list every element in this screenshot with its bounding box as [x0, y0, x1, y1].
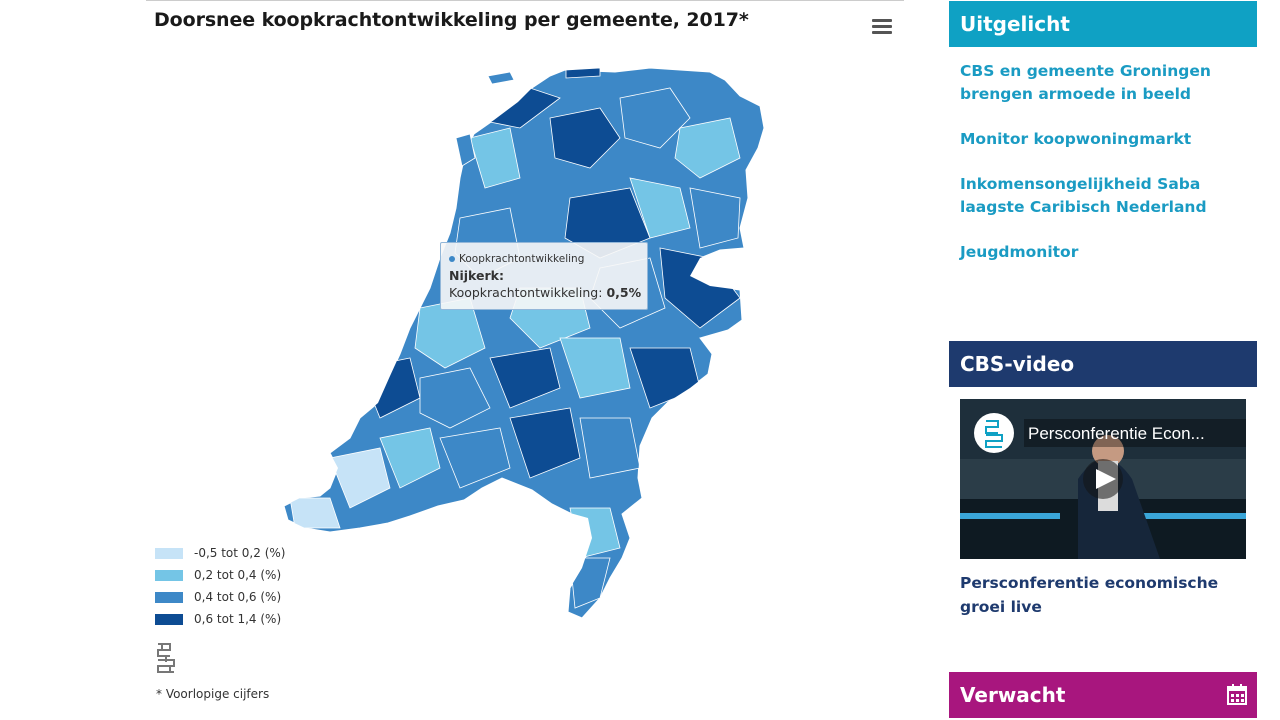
news-link[interactable]: Monitor koopwoningmarkt: [960, 128, 1250, 151]
netherlands-map[interactable]: [270, 58, 780, 628]
map-title: Doorsnee koopkrachtontwikkeling per geme…: [154, 9, 749, 31]
tooltip-value: Koopkrachtontwikkeling: 0,5%: [449, 285, 642, 300]
map-tooltip: Koopkrachtontwikkeling Nijkerk: Koopkrac…: [440, 242, 648, 310]
legend-label: 0,2 tot 0,4 (%): [194, 568, 282, 582]
verwacht-header: Verwacht: [949, 672, 1257, 718]
map-legend: -0,5 tot 0,2 (%) 0,2 tot 0,4 (%) 0,4 tot…: [155, 542, 285, 630]
legend-item[interactable]: 0,6 tot 1,4 (%): [155, 608, 285, 630]
chart-top-border: [146, 0, 904, 1]
uitgelicht-header: Uitgelicht: [949, 1, 1257, 47]
video-caption[interactable]: Persconferentie economische groei live: [960, 571, 1250, 619]
legend-label: 0,6 tot 1,4 (%): [194, 612, 282, 626]
video-thumb-title: Persconferentie Econ...: [1028, 424, 1205, 443]
hamburger-menu-icon[interactable]: [870, 16, 894, 36]
video-thumb-image: [960, 399, 1246, 559]
legend-item[interactable]: 0,4 tot 0,6 (%): [155, 586, 285, 608]
legend-item[interactable]: -0,5 tot 0,2 (%): [155, 542, 285, 564]
legend-swatch: [155, 547, 183, 559]
legend-label: 0,4 tot 0,6 (%): [194, 590, 282, 604]
video-thumbnail[interactable]: Persconferentie Econ...: [960, 399, 1246, 559]
legend-item[interactable]: 0,2 tot 0,4 (%): [155, 564, 285, 586]
news-link[interactable]: CBS en gemeente Groningen brengen armoed…: [960, 60, 1250, 106]
legend-swatch: [155, 613, 183, 625]
news-link[interactable]: Inkomensongelijkheid Saba laagste Caribi…: [960, 173, 1250, 219]
legend-swatch: [155, 569, 183, 581]
footnote: * Voorlopige cijfers: [156, 687, 270, 701]
cbs-video-header: CBS-video: [949, 341, 1257, 387]
legend-label: -0,5 tot 0,2 (%): [194, 546, 286, 560]
news-link[interactable]: Jeugdmonitor: [960, 241, 1250, 264]
map-regions[interactable]: [283, 67, 765, 619]
calendar-icon[interactable]: [1227, 683, 1247, 705]
legend-swatch: [155, 591, 183, 603]
tooltip-series: Koopkrachtontwikkeling: [449, 253, 584, 265]
tooltip-place: Nijkerk:: [449, 268, 504, 283]
cbs-logo: [157, 643, 175, 673]
series-dot-icon: [449, 256, 455, 262]
